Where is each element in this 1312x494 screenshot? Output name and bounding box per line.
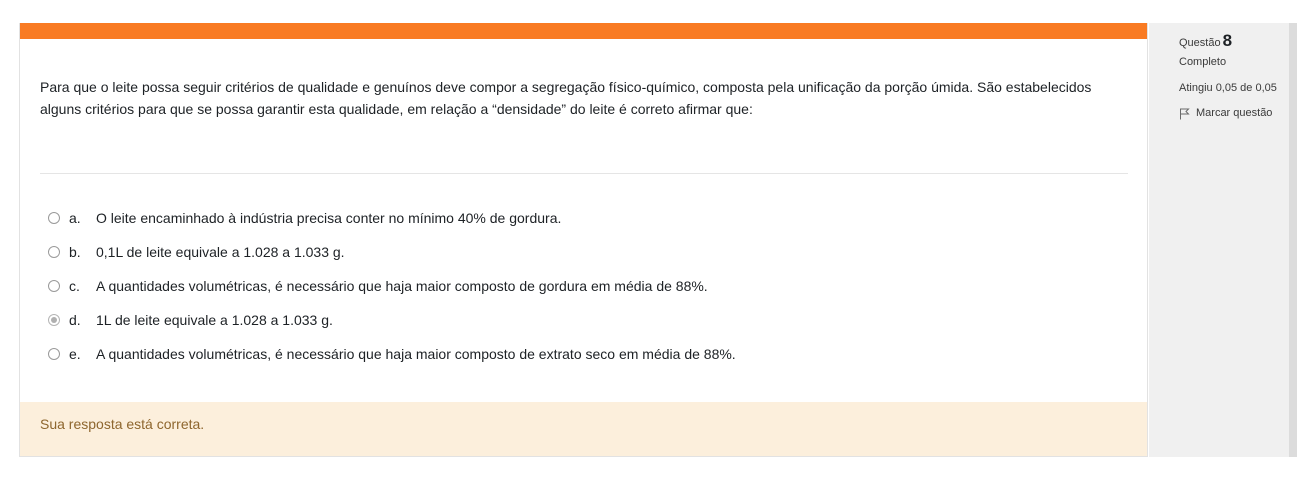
question-number-value: 8 [1222,31,1233,50]
radio-button[interactable] [48,212,60,224]
radio-button[interactable] [48,246,60,258]
radio-button[interactable] [48,348,60,360]
answer-option-a[interactable]: a. O leite encaminhado à indústria preci… [48,201,736,235]
question-grade: Atingiu 0,05 de 0,05 [1179,82,1277,94]
divider [40,173,1128,174]
answer-letter: a. [69,210,81,226]
question-state: Completo [1179,56,1227,68]
question-number: Questão 8 [1179,31,1289,53]
question-text: Para que o leite possa seguir critérios … [40,79,1092,117]
answer-letter: d. [69,312,81,328]
question-header-bar [20,23,1147,39]
question-info-panel: Questão 8 Completo Atingiu 0,05 de 0,05 M… [1149,23,1289,457]
answer-option-e[interactable]: e. A quantidades volumétricas, é necessá… [48,337,736,371]
flag-question-link[interactable]: Marcar questão [1179,106,1289,121]
question-card: Para que o leite possa seguir critérios … [19,23,1148,457]
answer-text: A quantidades volumétricas, é necessário… [96,278,708,294]
flag-question-label[interactable]: Marcar questão [1196,106,1272,121]
answer-option-b[interactable]: b. 0,1L de leite equivale a 1.028 a 1.03… [48,235,736,269]
answer-text: O leite encaminhado à indústria precisa … [96,210,562,226]
flag-icon [1180,108,1190,119]
radio-dot [51,317,57,323]
answer-option-c[interactable]: c. A quantidades volumétricas, é necessá… [48,269,736,303]
question-label: Questão [1179,37,1221,49]
feedback-text: Sua resposta está correta. [40,416,205,432]
answer-option-d[interactable]: d. 1L de leite equivale a 1.028 a 1.033 … [48,303,736,337]
answer-text: A quantidades volumétricas, é necessário… [96,346,736,362]
info-panel-scrollbar[interactable] [1289,23,1297,457]
feedback-box: Sua resposta está correta. [20,402,1147,456]
radio-button-selected[interactable] [48,314,60,326]
answer-text: 0,1L de leite equivale a 1.028 a 1.033 g… [96,244,345,260]
answer-letter: c. [69,278,80,294]
answer-letter: e. [69,346,81,362]
answer-text: 1L de leite equivale a 1.028 a 1.033 g. [96,312,333,328]
answer-list: a. O leite encaminhado à indústria preci… [48,201,736,371]
answer-letter: b. [69,244,81,260]
radio-button[interactable] [48,280,60,292]
